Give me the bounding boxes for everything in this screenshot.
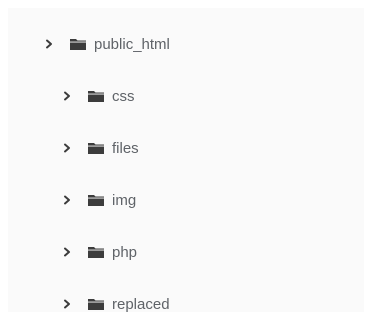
chevron-right-icon[interactable]: [60, 193, 74, 207]
chevron-right-icon[interactable]: [60, 245, 74, 259]
chevron-right-icon[interactable]: [60, 297, 74, 311]
file-tree: public_html css files img php replaced: [8, 8, 364, 313]
tree-item-label: files: [112, 139, 139, 157]
tree-item-label: php: [112, 243, 138, 261]
folder-icon: [86, 296, 106, 312]
tree-item-php[interactable]: php: [60, 239, 137, 265]
folder-icon: [86, 192, 106, 208]
folder-icon: [86, 88, 106, 104]
tree-item-img[interactable]: img: [60, 187, 136, 213]
tree-item-label: replaced: [112, 295, 170, 313]
tree-item-label: public_html: [94, 35, 170, 53]
tree-item-public-html[interactable]: public_html: [42, 31, 170, 57]
tree-item-css[interactable]: css: [60, 83, 135, 109]
tree-item-files[interactable]: files: [60, 135, 139, 161]
tree-item-label: img: [112, 191, 137, 209]
tree-item-label: css: [112, 87, 135, 105]
chevron-right-icon[interactable]: [60, 141, 74, 155]
tree-item-replaced[interactable]: replaced: [60, 291, 170, 317]
folder-icon: [68, 36, 88, 52]
folder-icon: [86, 244, 106, 260]
chevron-right-icon[interactable]: [60, 89, 74, 103]
chevron-right-icon[interactable]: [42, 37, 56, 51]
folder-icon: [86, 140, 106, 156]
